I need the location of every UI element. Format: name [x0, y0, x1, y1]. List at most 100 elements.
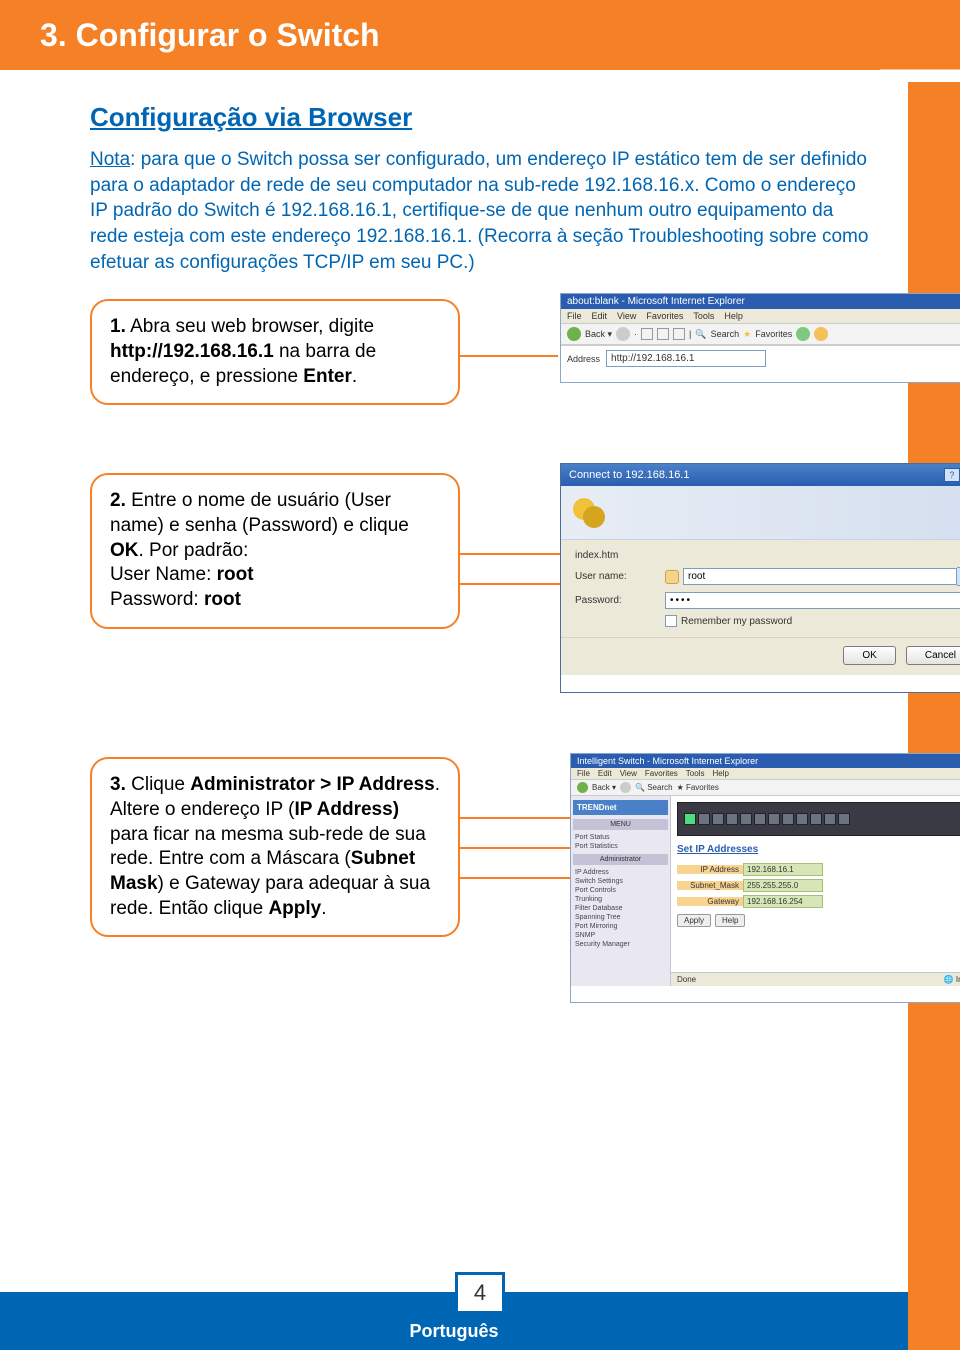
back-icon[interactable]	[577, 782, 588, 793]
sidebar-item-administrator[interactable]: Administrator	[573, 854, 668, 865]
home-icon[interactable]	[673, 328, 685, 340]
dialog-titlebar: Connect to 192.168.16.1 ? ×	[561, 464, 960, 486]
keys-icon	[573, 494, 611, 532]
menu-edit[interactable]: Edit	[592, 311, 608, 321]
status-internet: 🌐 Internet	[944, 975, 960, 984]
cancel-button[interactable]: Cancel	[906, 646, 960, 665]
menu-tools[interactable]: Tools	[693, 311, 714, 321]
page-heading: 3. Configurar o Switch	[40, 17, 380, 54]
step-1-box: 1. Abra seu web browser, digite http://1…	[90, 299, 460, 405]
screenshot-admin-page: Intelligent Switch - Microsoft Internet …	[570, 753, 960, 1003]
step-1-url: http://192.168.16.1	[110, 341, 274, 362]
address-input[interactable]: http://192.168.16.1	[606, 350, 766, 367]
password-label: Password:	[575, 595, 665, 606]
refresh-icon[interactable]	[657, 328, 669, 340]
step-1-text-a: Abra seu web browser, digite	[126, 316, 374, 337]
back-icon[interactable]	[567, 327, 581, 341]
mask-label: Subnet_Mask	[677, 881, 743, 890]
menu-help[interactable]: Help	[724, 311, 743, 321]
forward-icon[interactable]	[620, 782, 631, 793]
sidebar-item[interactable]: Switch Settings	[573, 877, 668, 886]
menu-view[interactable]: View	[620, 769, 637, 778]
screenshot-login-dialog: Connect to 192.168.16.1 ? × index.htm Us…	[560, 463, 960, 693]
forward-icon[interactable]	[616, 327, 630, 341]
step-2-row: 2. Entre o nome de usuário (User name) e…	[90, 473, 870, 703]
history-icon[interactable]	[814, 327, 828, 341]
note-label: Nota	[90, 149, 130, 170]
address-label: Address	[567, 354, 600, 364]
step-3-apply: Apply	[268, 898, 321, 919]
favorites-label[interactable]: Favorites	[755, 329, 792, 339]
step-2-box: 2. Entre o nome de usuário (User name) e…	[90, 473, 460, 628]
sidebar-item[interactable]: Trunking	[573, 895, 668, 904]
menu-file[interactable]: File	[567, 311, 582, 321]
menu-header: MENU	[573, 819, 668, 830]
checkbox-icon[interactable]	[665, 615, 677, 627]
menu-help[interactable]: Help	[712, 769, 728, 778]
search-icon[interactable]: 🔍	[695, 329, 706, 340]
help-icon[interactable]: ?	[944, 468, 960, 482]
admin-main: Set IP Addresses IP Address192.168.16.1 …	[671, 796, 960, 986]
step-2-ok: OK	[110, 540, 139, 561]
step-2-text-b: . Por padrão:	[139, 540, 249, 561]
connector-line	[458, 355, 558, 357]
step-3-number: 3.	[110, 774, 126, 795]
step-3-text-e: .	[321, 898, 326, 919]
connector-line	[458, 877, 578, 879]
brand-logo: TRENDnet	[573, 800, 668, 815]
username-input[interactable]	[683, 568, 957, 585]
step-3-row: 3. Clique Administrator > IP Address. Al…	[90, 757, 870, 1017]
ip-input[interactable]: 192.168.16.1	[743, 863, 823, 876]
step-2-user-value: root	[217, 564, 254, 585]
step-3-box: 3. Clique Administrator > IP Address. Al…	[90, 757, 460, 937]
search-label[interactable]: Search	[711, 329, 740, 339]
ie-statusbar: Done 🌐 Internet	[671, 972, 960, 986]
ie-toolbar: Back ▾ · | 🔍 Search ★ Favorites	[561, 323, 960, 345]
sidebar-item[interactable]: Security Manager	[573, 940, 668, 949]
menu-edit[interactable]: Edit	[598, 769, 612, 778]
ip-label: IP Address	[677, 865, 743, 874]
admin-sidebar: TRENDnet MENU Port Status Port Statistic…	[571, 796, 671, 986]
help-button[interactable]: Help	[715, 914, 745, 927]
heading-bar: 3. Configurar o Switch	[0, 0, 960, 82]
gateway-input[interactable]: 192.168.16.254	[743, 895, 823, 908]
menu-view[interactable]: View	[617, 311, 636, 321]
password-input[interactable]	[665, 592, 960, 609]
sidebar-item[interactable]: Spanning Tree	[573, 913, 668, 922]
sidebar-item[interactable]: Port Status	[573, 833, 668, 842]
step-1-number: 1.	[110, 316, 126, 337]
step-1-text-c: .	[352, 366, 357, 387]
menu-tools[interactable]: Tools	[686, 769, 705, 778]
ie-menubar[interactable]: File Edit View Favorites Tools Help	[561, 309, 960, 323]
dialog-title-text: Connect to 192.168.16.1	[569, 469, 689, 481]
status-done: Done	[677, 975, 696, 984]
footer-bar: Português	[0, 1292, 908, 1350]
gateway-label: Gateway	[677, 897, 743, 906]
step-2-number: 2.	[110, 490, 126, 511]
step-1-enter: Enter	[303, 366, 352, 387]
media-icon[interactable]	[796, 327, 810, 341]
remember-label: Remember my password	[681, 616, 792, 627]
sidebar-item[interactable]: Port Statistics	[573, 842, 668, 851]
sidebar-item-ip-address[interactable]: IP Address	[573, 868, 668, 877]
screenshot-browser-address: about:blank - Microsoft Internet Explore…	[560, 293, 960, 383]
sidebar-item[interactable]: SNMP	[573, 931, 668, 940]
menu-file[interactable]: File	[577, 769, 590, 778]
menu-favorites[interactable]: Favorites	[646, 311, 683, 321]
remember-checkbox-row[interactable]: Remember my password	[665, 615, 960, 627]
step-2-pass-value: root	[204, 589, 241, 610]
sidebar-item[interactable]: Port Controls	[573, 886, 668, 895]
ie-titlebar: about:blank - Microsoft Internet Explore…	[561, 294, 960, 309]
step-3-text-a: Clique	[126, 774, 190, 795]
sidebar-item[interactable]: Port Mirroring	[573, 922, 668, 931]
connector-line	[458, 817, 578, 819]
ok-button[interactable]: OK	[843, 646, 895, 665]
sidebar-item[interactable]: Filter Database	[573, 904, 668, 913]
ie-menubar[interactable]: File Edit View Favorites Tools Help	[571, 768, 960, 779]
stop-icon[interactable]	[641, 328, 653, 340]
mask-input[interactable]: 255.255.255.0	[743, 879, 823, 892]
apply-button[interactable]: Apply	[677, 914, 711, 927]
ie-titlebar: Intelligent Switch - Microsoft Internet …	[571, 754, 960, 768]
menu-favorites[interactable]: Favorites	[645, 769, 678, 778]
favorites-icon[interactable]: ★	[743, 329, 751, 340]
